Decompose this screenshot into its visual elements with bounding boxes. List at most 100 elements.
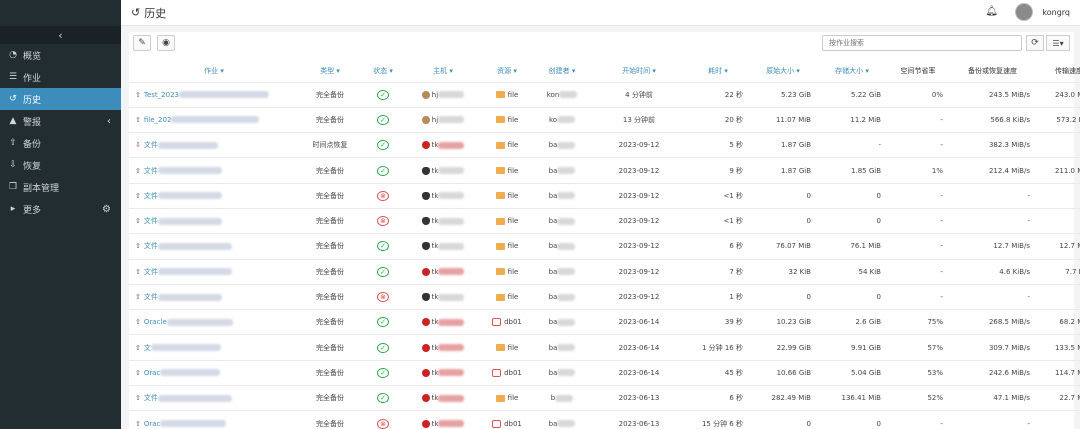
- stored-size-cell: 11.2 MiB: [817, 106, 887, 133]
- stored-size-cell: 76.1 MiB: [817, 233, 887, 260]
- job-link[interactable]: 文件: [144, 167, 158, 175]
- sidebar-item-2[interactable]: ↺ 历史: [0, 88, 121, 110]
- job-link[interactable]: 文件: [144, 394, 158, 402]
- redacted-text: [438, 242, 465, 250]
- type-cell: 完全备份: [299, 258, 361, 285]
- refresh-button[interactable]: ⟳: [1026, 35, 1044, 51]
- bell-icon[interactable]: 🔔︎: [985, 6, 998, 17]
- columns-menu-button[interactable]: ☰▾: [1046, 35, 1070, 51]
- gear-icon[interactable]: ⚙: [102, 204, 111, 215]
- table-row[interactable]: ⇧ 文 完全备份 ✓ tk file ba 2023-06-14 1 分钟 16 秒 22.99 …: [129, 334, 1080, 361]
- sidebar-item-7[interactable]: ▸ 更多 ⚙: [0, 198, 121, 220]
- table-row[interactable]: ⇧ Test_2023 完全备份 ✓ hj file kon 4 分钟前 22 秒 5.23 Gi…: [129, 81, 1080, 108]
- column-header[interactable]: 类型 ▾: [299, 60, 361, 82]
- sidebar-item-1[interactable]: ☰ 作业: [0, 66, 121, 88]
- host-cell[interactable]: tk: [405, 385, 481, 411]
- check-circle-icon: ✓: [377, 165, 389, 176]
- table-row[interactable]: ⇧ 文件 完全备份 ✓ tk file ba 2023-09-12 9 秒 1.87 GiB 1.8…: [129, 157, 1080, 184]
- job-cell[interactable]: ⇧ Orac: [129, 410, 299, 429]
- raw-size: 76.07 MiB: [775, 242, 811, 251]
- job-cell[interactable]: ⇧ 文件: [129, 385, 299, 411]
- job-link[interactable]: Orac: [144, 420, 161, 428]
- creator-cell: ba: [533, 410, 591, 429]
- table-row[interactable]: ⇩ 文件 时间点恢复 ✓ tk file ba 2023-09-12 5 秒 1.87 GiB - -…: [129, 132, 1080, 158]
- host-cell[interactable]: tk: [405, 410, 481, 429]
- job-cell[interactable]: ⇧ 文件: [129, 258, 299, 285]
- table-row[interactable]: ⇧文件完全备份⊗tkfileba2023-09-121 秒00---: [129, 283, 1080, 310]
- host-cell[interactable]: tk: [405, 182, 481, 209]
- column-header[interactable]: 原始大小 ▾: [749, 60, 817, 82]
- job-cell[interactable]: ⇩ 文件: [129, 132, 299, 158]
- creator-name: ba: [548, 419, 558, 428]
- job-cell[interactable]: ⇧ 文件: [129, 207, 299, 234]
- raw-size-cell: 0: [749, 410, 817, 429]
- sidebar-item-4[interactable]: ⇧ 备份: [0, 132, 121, 154]
- job-link[interactable]: Orac: [144, 369, 161, 377]
- chevron-left-icon[interactable]: ‹: [107, 116, 111, 127]
- search-input[interactable]: [822, 35, 1022, 51]
- column-header[interactable]: 状态 ▾: [361, 60, 405, 82]
- column-header[interactable]: 存储大小 ▾: [817, 60, 887, 82]
- edit-button[interactable]: ✎: [133, 35, 151, 51]
- host-cell[interactable]: tk: [405, 359, 481, 386]
- job-cell[interactable]: ⇧ 文件: [129, 182, 299, 209]
- table-row[interactable]: ⇧ 文件 完全备份 ✓ tk file ba 2023-09-12 7 秒 32 KiB 54 Ki…: [129, 258, 1080, 285]
- column-header[interactable]: 耗时 ▾: [687, 60, 749, 82]
- dashboard-icon: ◔: [9, 50, 17, 60]
- job-link[interactable]: 文件: [144, 268, 158, 276]
- sidebar-item-3[interactable]: ▲ 警报 ‹: [0, 110, 121, 132]
- job-cell[interactable]: ⇧ 文件: [129, 233, 299, 260]
- job-cell[interactable]: ⇧ 文: [129, 334, 299, 361]
- table-row[interactable]: ⇧ file_202 完全备份 ✓ hj file ko 13 分钟前 20 秒 11.07 Mi…: [129, 106, 1080, 133]
- job-cell[interactable]: ⇧ 文件: [129, 283, 299, 310]
- sidebar-item-6[interactable]: ❐ 副本管理: [0, 176, 121, 198]
- job-link[interactable]: Oracle: [144, 318, 167, 326]
- sidebar-item-0[interactable]: ◔ 概览: [0, 44, 121, 66]
- host-cell[interactable]: tk: [405, 207, 481, 234]
- start-time: 4 分钟前: [625, 90, 653, 99]
- job-link[interactable]: Test_2023: [144, 91, 179, 99]
- transfer-cell: -: [1036, 182, 1080, 209]
- table-row[interactable]: ⇧ 文件 完全备份 ✓ tk file b 2023-06-13 6 秒 282.49 MiB 13…: [129, 385, 1080, 411]
- column-header[interactable]: 创建者 ▾: [533, 60, 591, 82]
- column-header[interactable]: 主机 ▾: [405, 60, 481, 82]
- host-cell[interactable]: tk: [405, 334, 481, 361]
- saving-rate: -: [940, 293, 943, 302]
- speed-cell: 382.3 MiB/s: [949, 132, 1036, 158]
- job-cell[interactable]: ⇧ Oracle: [129, 309, 299, 335]
- job-link[interactable]: 文件: [144, 293, 158, 301]
- user-menu[interactable]: kongrq: [1042, 8, 1070, 17]
- host-cell[interactable]: hj: [405, 81, 481, 108]
- column-header[interactable]: 开始时间 ▾: [591, 60, 687, 82]
- sidebar-collapse-button[interactable]: ‹: [0, 26, 121, 44]
- job-link[interactable]: 文件: [144, 192, 158, 200]
- table-row[interactable]: ⇧文件完全备份⊗tkfileba2023-09-12<1 秒00---: [129, 182, 1080, 209]
- table-row[interactable]: ⇧文件完全备份⊗tkfileba2023-09-12<1 秒00---: [129, 207, 1080, 234]
- column-header[interactable]: 作业 ▾: [129, 60, 299, 82]
- host-cell[interactable]: tk: [405, 157, 481, 184]
- avatar[interactable]: [1015, 3, 1033, 21]
- job-link[interactable]: 文件: [144, 141, 158, 149]
- job-link[interactable]: 文件: [144, 217, 158, 225]
- host-cell[interactable]: tk: [405, 283, 481, 310]
- job-link[interactable]: file_202: [144, 116, 172, 124]
- column-header[interactable]: 资源 ▾: [481, 60, 533, 82]
- os-icon: [421, 141, 430, 150]
- table-row[interactable]: ⇧ Oracle 完全备份 ✓ tk db01 ba 2023-06-14 39 秒 10.23 …: [129, 309, 1080, 335]
- table-row[interactable]: ⇧ Orac 完全备份 ⊗ tk db01 ba 2023-06-13 15 分钟 6 秒 0 0 -…: [129, 410, 1080, 429]
- host-cell[interactable]: tk: [405, 258, 481, 285]
- view-button[interactable]: ◉: [157, 35, 175, 51]
- job-link[interactable]: 文: [144, 344, 151, 352]
- job-cell[interactable]: ⇧ 文件: [129, 157, 299, 184]
- host-cell[interactable]: hj: [405, 106, 481, 133]
- host-cell[interactable]: tk: [405, 309, 481, 335]
- table-row[interactable]: ⇧ 文件 完全备份 ✓ tk file ba 2023-09-12 6 秒 76.07 MiB 76…: [129, 233, 1080, 260]
- table-row[interactable]: ⇧ Orac 完全备份 ✓ tk db01 ba 2023-06-14 45 秒 10.66 Gi…: [129, 359, 1080, 386]
- job-cell[interactable]: ⇧ file_202: [129, 106, 299, 133]
- host-cell[interactable]: tk: [405, 233, 481, 260]
- sidebar-item-5[interactable]: ⇩ 恢复: [0, 154, 121, 176]
- job-link[interactable]: 文件: [144, 242, 158, 250]
- host-cell[interactable]: tk: [405, 132, 481, 158]
- job-cell[interactable]: ⇧ Test_2023: [129, 81, 299, 108]
- job-cell[interactable]: ⇧ Orac: [129, 359, 299, 386]
